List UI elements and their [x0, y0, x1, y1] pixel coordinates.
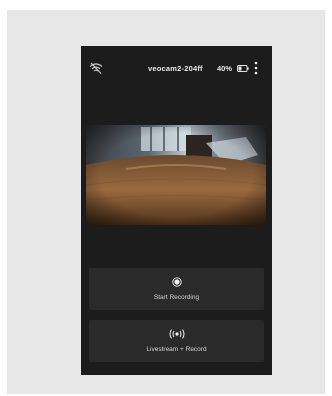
- camera-preview-image: [86, 125, 266, 225]
- start-recording-label: Start Recording: [153, 294, 200, 301]
- more-options-icon[interactable]: [252, 61, 260, 75]
- wifi-off-icon[interactable]: [89, 62, 103, 74]
- battery-percentage: 40%: [217, 64, 233, 73]
- phone-screen: veocam2-204ff 40% Start Recording Livest…: [81, 46, 272, 375]
- battery-icon: [237, 65, 249, 72]
- livestream-record-label: Livestream + Record: [146, 346, 207, 353]
- start-recording-button[interactable]: Start Recording: [89, 268, 264, 310]
- status-bar: veocam2-204ff 40%: [81, 46, 272, 86]
- broadcast-icon: [169, 329, 184, 339]
- device-name: veocam2-204ff: [148, 64, 203, 73]
- record-icon: [171, 277, 182, 287]
- livestream-record-button[interactable]: Livestream + Record: [89, 320, 264, 362]
- camera-preview[interactable]: [86, 125, 266, 225]
